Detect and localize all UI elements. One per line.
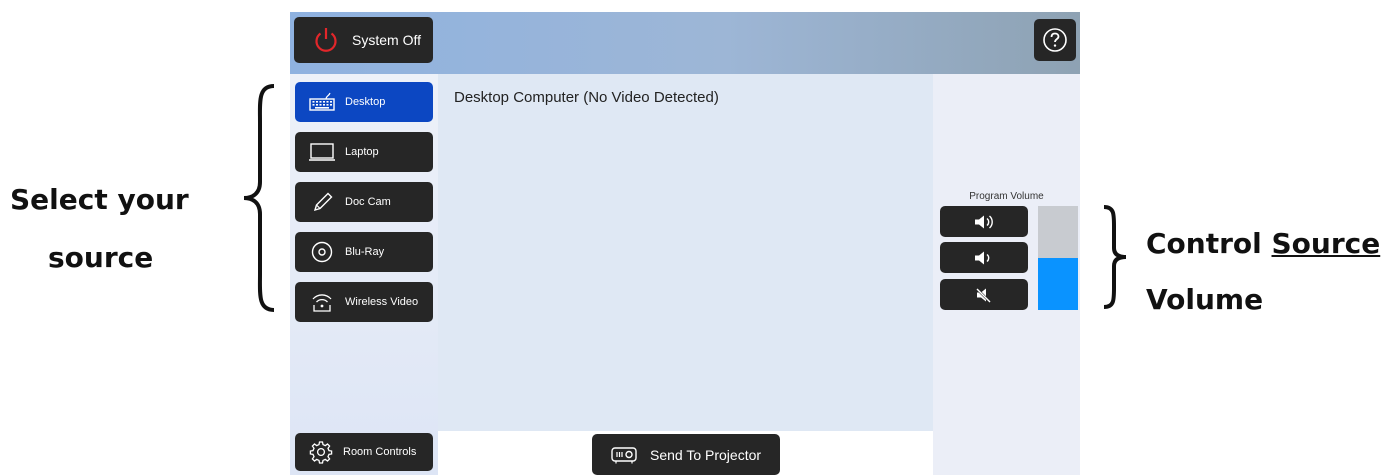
right-brace [1103, 205, 1127, 309]
laptop-icon [309, 142, 335, 162]
power-icon [312, 26, 340, 54]
source-button-desktop[interactable]: Desktop [295, 82, 433, 122]
mute-button[interactable] [940, 279, 1028, 310]
volume-up-button[interactable] [940, 206, 1028, 237]
program-volume-label: Program Volume [969, 191, 1044, 202]
help-icon [1042, 27, 1068, 53]
volume-level-fill [1038, 258, 1078, 310]
room-controls-button[interactable]: Room Controls [295, 433, 433, 471]
annotation-select-source-line2: source [48, 241, 154, 274]
system-off-label: System Off [352, 32, 421, 48]
source-preview-area: Desktop Computer (No Video Detected) [438, 74, 933, 431]
projector-icon [610, 445, 638, 465]
pencil-icon [309, 191, 335, 213]
gear-icon [309, 440, 333, 464]
source-button-blu-ray[interactable]: Blu-Ray [295, 232, 433, 272]
volume-up-icon [973, 214, 995, 230]
source-button-laptop[interactable]: Laptop [295, 132, 433, 172]
source-label-blu-ray: Blu-Ray [345, 246, 385, 258]
wireless-icon [309, 290, 335, 314]
annotation-select-source-line1: Select your [10, 183, 189, 216]
annotation-source-text: Source [1271, 227, 1381, 260]
keyboard-icon [309, 92, 335, 112]
volume-down-icon [973, 250, 995, 266]
room-controls-label: Room Controls [343, 446, 417, 458]
source-label-doc-cam: Doc Cam [345, 196, 391, 208]
send-to-projector-label: Send To Projector [650, 446, 762, 463]
source-label-desktop: Desktop [345, 96, 386, 108]
source-label-wireless-video: Wireless Video [345, 296, 419, 308]
send-to-projector-button[interactable]: Send To Projector [592, 434, 780, 475]
source-button-wireless-video[interactable]: Wireless Video [295, 282, 433, 322]
source-label-laptop: Laptop [345, 146, 379, 158]
source-button-doc-cam[interactable]: Doc Cam [295, 182, 433, 222]
volume-down-button[interactable] [940, 242, 1028, 273]
system-off-button[interactable]: System Off [294, 17, 433, 63]
disc-icon [309, 241, 335, 263]
annotation-control-text: Control [1146, 227, 1262, 260]
volume-level-bar[interactable] [1038, 206, 1078, 310]
mute-icon [973, 287, 995, 303]
left-brace [243, 84, 275, 312]
source-status-title: Desktop Computer (No Video Detected) [454, 89, 719, 106]
annotation-control-volume-line2: Volume [1146, 283, 1264, 316]
annotation-control-volume-line1: Control Source [1146, 230, 1380, 258]
volume-panel: Program Volume [933, 74, 1080, 475]
touch-panel: System Off Desktop Laptop Doc Cam Blu-Ra… [290, 12, 1080, 475]
help-button[interactable] [1034, 19, 1076, 61]
